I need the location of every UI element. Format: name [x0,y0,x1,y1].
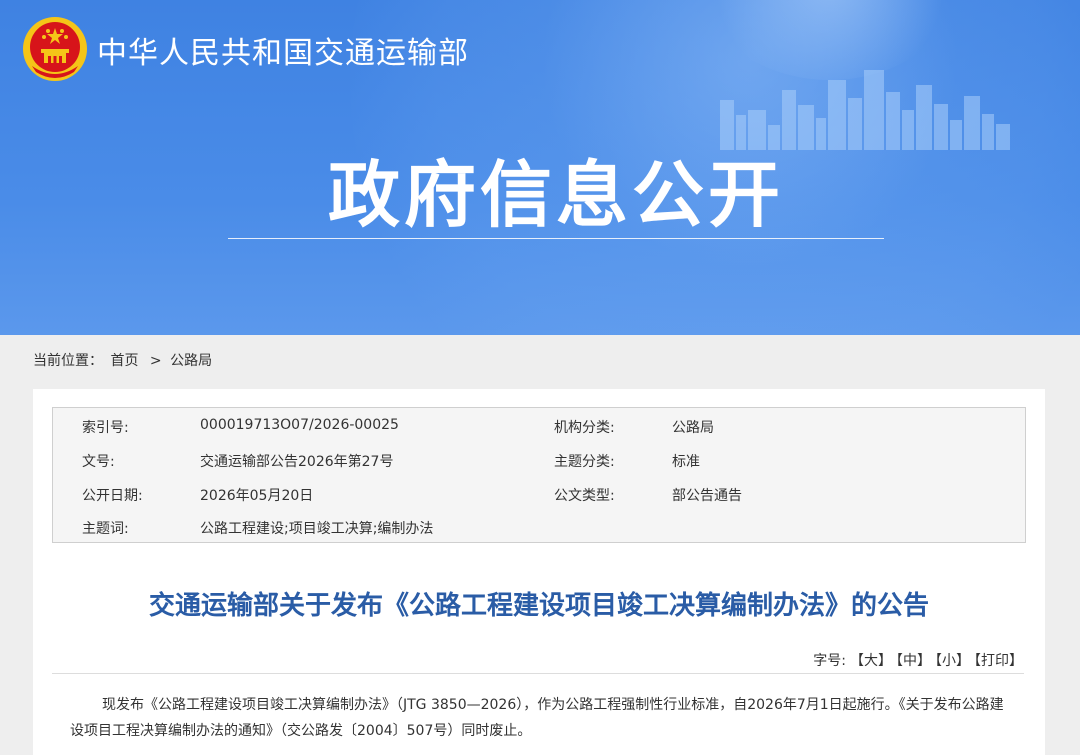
metadata-value: 公路局 [672,420,714,436]
metadata-row: 文号: 交通运输部公告2026年第27号 主题分类: 标准 [53,442,1025,475]
font-size-label: 字号: [813,653,846,669]
font-size-controls: 字号: 【大】 【中】 【小】 【打印】 [809,650,1023,670]
banner-title: 政府信息公开 [327,153,784,237]
metadata-label: 文号: [82,454,115,470]
breadcrumb: 当前位置： 首页 > 公路局 [33,350,215,370]
document-metadata-table: 索引号: 000019713O07/2026-00025 机构分类: 公路局 文… [52,407,1026,543]
metadata-label: 索引号: [82,420,129,436]
breadcrumb-prefix: 当前位置： [33,353,103,369]
breadcrumb-separator: > [149,353,162,369]
article-title: 交通运输部关于发布《公路工程建设项目竣工决算编制办法》的公告 [148,591,929,621]
ministry-name[interactable]: 中华人民共和国交通运输部 [97,28,469,72]
metadata-label: 公开日期: [82,488,143,504]
metadata-row: 公开日期: 2026年05月20日 公文类型: 部公告通告 [53,476,1025,509]
title-divider [52,673,1024,674]
breadcrumb-home-link[interactable]: 首页 [110,353,138,369]
metadata-value: 部公告通告 [672,488,742,504]
metadata-value: 000019713O07/2026-00025 [200,417,399,433]
breadcrumb-current-link[interactable]: 公路局 [170,353,212,369]
font-medium-button[interactable]: 【中】 [896,653,931,669]
font-large-button[interactable]: 【大】 [850,653,892,669]
metadata-value: 交通运输部公告2026年第27号 [200,454,394,470]
metadata-label: 主题词: [82,521,129,537]
banner-divider [228,238,884,239]
metadata-label: 主题分类: [554,454,615,470]
city-skyline-icon [720,70,1010,150]
metadata-label: 公文类型: [554,488,615,504]
article-body: 现发布《公路工程建设项目竣工决算编制办法》（JTG 3850—2026），作为公… [70,697,1004,739]
metadata-value: 2026年05月20日 [200,488,314,504]
print-button[interactable]: 【打印】 [974,653,1023,669]
metadata-value: 公路工程建设;项目竣工决算;编制办法 [200,521,434,537]
font-small-button[interactable]: 【小】 [935,653,970,669]
metadata-value: 标准 [672,454,700,470]
metadata-row: 主题词: 公路工程建设;项目竣工决算;编制办法 [53,509,1025,542]
national-emblem-icon [23,17,87,81]
metadata-label: 机构分类: [554,420,615,436]
metadata-row: 索引号: 000019713O07/2026-00025 机构分类: 公路局 [53,408,1025,441]
header-banner: 中华人民共和国交通运输部 政府信息公开 [0,0,1080,335]
content-panel: 索引号: 000019713O07/2026-00025 机构分类: 公路局 文… [33,389,1045,755]
